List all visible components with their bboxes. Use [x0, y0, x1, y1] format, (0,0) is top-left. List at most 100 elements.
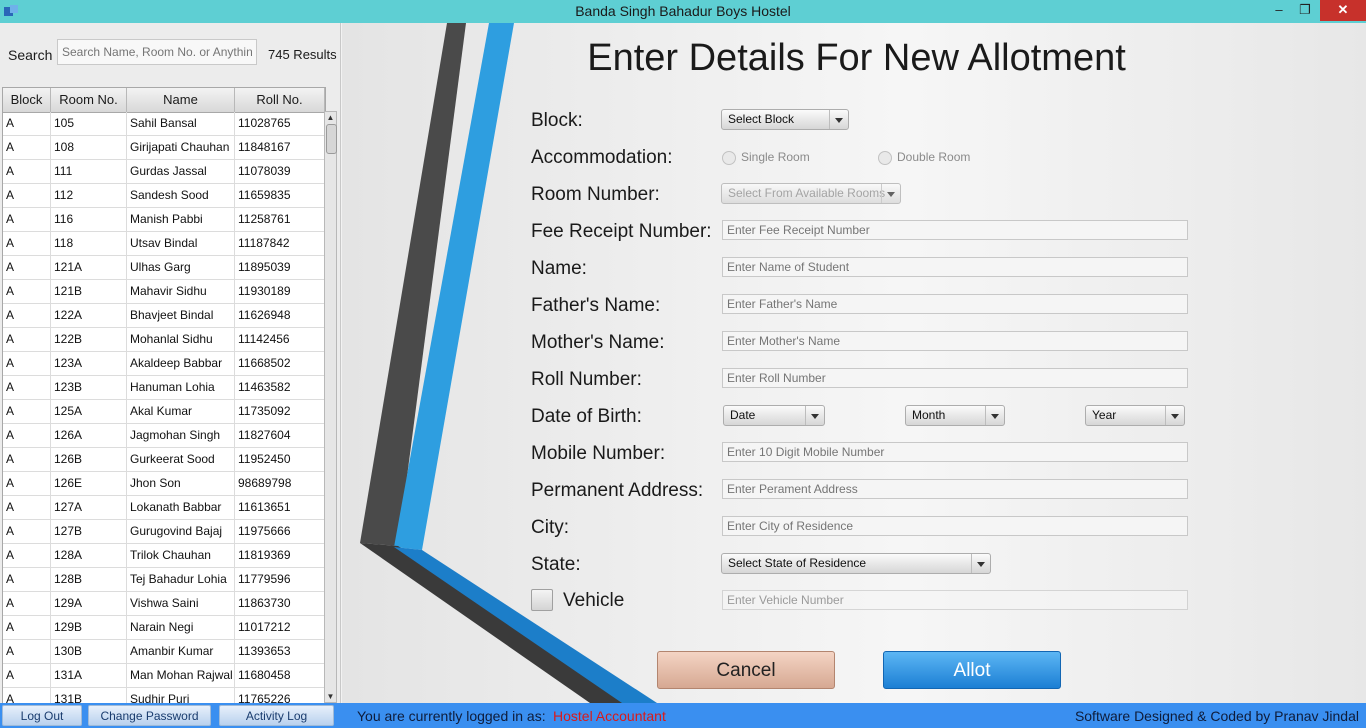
table-row[interactable]: A 129B Narain Negi 11017212 — [3, 616, 325, 640]
table-cell: 121A — [51, 256, 127, 279]
table-cell: A — [3, 160, 51, 183]
table-cell: 11680458 — [235, 664, 325, 687]
mobile-input[interactable] — [722, 442, 1188, 462]
vehicle-number-input[interactable] — [722, 590, 1188, 610]
allot-button[interactable]: Allot — [883, 651, 1061, 689]
table-row[interactable]: A 108 Girijapati Chauhan 11848167 — [3, 136, 325, 160]
chevron-down-icon — [805, 406, 824, 425]
title-bar: Banda Singh Bahadur Boys Hostel – ❐ ✕ — [0, 0, 1366, 23]
address-input[interactable] — [722, 479, 1188, 499]
table-row[interactable]: A 116 Manish Pabbi 11258761 — [3, 208, 325, 232]
dob-year-value: Year — [1092, 408, 1117, 422]
single-room-label: Single Room — [741, 150, 810, 164]
roll-number-label: Roll Number: — [531, 369, 642, 390]
table-cell: 126A — [51, 424, 127, 447]
dob-month-select[interactable]: Month — [905, 405, 1005, 426]
table-row[interactable]: A 121B Mahavir Sidhu 11930189 — [3, 280, 325, 304]
table-row[interactable]: A 118 Utsav Bindal 11187842 — [3, 232, 325, 256]
table-row[interactable]: A 128B Tej Bahadur Lohia 11779596 — [3, 568, 325, 592]
table-row[interactable]: A 128A Trilok Chauhan 11819369 — [3, 544, 325, 568]
column-header-room[interactable]: Room No. — [51, 88, 127, 112]
table-row[interactable]: A 123B Hanuman Lohia 11463582 — [3, 376, 325, 400]
scroll-down-arrow-icon[interactable]: ▼ — [325, 691, 336, 702]
minimize-button[interactable]: – — [1266, 0, 1292, 21]
state-select-value: Select State of Residence — [728, 556, 867, 570]
column-header-block[interactable]: Block — [3, 88, 51, 112]
vehicle-checkbox[interactable] — [531, 589, 553, 611]
scroll-up-arrow-icon[interactable]: ▲ — [325, 112, 336, 123]
student-list-pane: Search 745 Results Block Room No. Name R… — [0, 23, 341, 705]
table-cell: A — [3, 256, 51, 279]
city-input[interactable] — [722, 516, 1188, 536]
table-cell: 11735092 — [235, 400, 325, 423]
activity-log-button[interactable]: Activity Log — [219, 705, 334, 726]
logged-in-label: You are currently logged in as: — [357, 708, 546, 724]
table-row[interactable]: A 130B Amanbir Kumar 11393653 — [3, 640, 325, 664]
table-row[interactable]: A 129A Vishwa Saini 11863730 — [3, 592, 325, 616]
dob-year-select[interactable]: Year — [1085, 405, 1185, 426]
roll-number-input[interactable] — [722, 368, 1188, 388]
table-cell: 122A — [51, 304, 127, 327]
table-cell: 11078039 — [235, 160, 325, 183]
table-cell: 128A — [51, 544, 127, 567]
close-button[interactable]: ✕ — [1320, 0, 1366, 21]
search-input[interactable] — [57, 39, 257, 65]
table-cell: Akal Kumar — [127, 400, 235, 423]
single-room-radio[interactable]: Single Room — [722, 150, 810, 165]
table-row[interactable]: A 126B Gurkeerat Sood 11952450 — [3, 448, 325, 472]
table-row[interactable]: A 123A Akaldeep Babbar 11668502 — [3, 352, 325, 376]
column-header-roll[interactable]: Roll No. — [235, 88, 325, 112]
table-cell: Hanuman Lohia — [127, 376, 235, 399]
table-row[interactable]: A 126A Jagmohan Singh 11827604 — [3, 424, 325, 448]
block-select[interactable]: Select Block — [721, 109, 849, 130]
table-row[interactable]: A 127B Gurugovind Bajaj 11975666 — [3, 520, 325, 544]
table-row[interactable]: A 125A Akal Kumar 11735092 — [3, 400, 325, 424]
table-row[interactable]: A 111 Gurdas Jassal 11078039 — [3, 160, 325, 184]
table-cell: 111 — [51, 160, 127, 183]
table-row[interactable]: A 127A Lokanath Babbar 11613651 — [3, 496, 325, 520]
table-cell: 127B — [51, 520, 127, 543]
restore-button[interactable]: ❐ — [1292, 0, 1318, 21]
father-name-input[interactable] — [722, 294, 1188, 314]
dob-date-select[interactable]: Date — [723, 405, 825, 426]
chevron-down-icon — [985, 406, 1004, 425]
table-cell: 105 — [51, 112, 127, 135]
chevron-down-icon — [829, 110, 848, 129]
table-cell: 11142456 — [235, 328, 325, 351]
table-row[interactable]: A 131A Man Mohan Rajwal 11680458 — [3, 664, 325, 688]
logout-button[interactable]: Log Out — [2, 705, 82, 726]
double-room-radio[interactable]: Double Room — [878, 150, 970, 165]
mother-name-input[interactable] — [722, 331, 1188, 351]
chevron-down-icon — [881, 184, 900, 203]
table-cell: 123A — [51, 352, 127, 375]
table-cell: 11258761 — [235, 208, 325, 231]
radio-dot-icon — [878, 150, 892, 165]
room-number-select[interactable]: Select From Available Rooms — [721, 183, 901, 204]
table-cell: 130B — [51, 640, 127, 663]
father-name-label: Father's Name: — [531, 295, 661, 316]
table-cell: 98689798 — [235, 472, 325, 495]
table-scrollbar[interactable]: ▲ ▼ — [324, 111, 337, 703]
column-header-name[interactable]: Name — [127, 88, 235, 112]
table-cell: Mahavir Sidhu — [127, 280, 235, 303]
table-row[interactable]: A 105 Sahil Bansal 11028765 — [3, 112, 325, 136]
student-name-input[interactable] — [722, 257, 1188, 277]
table-row[interactable]: A 121A Ulhas Garg 11895039 — [3, 256, 325, 280]
chevron-down-icon — [971, 554, 990, 573]
status-bar: Log Out Change Password Activity Log You… — [0, 703, 1366, 728]
scroll-thumb[interactable] — [326, 124, 337, 154]
table-cell: 11895039 — [235, 256, 325, 279]
cancel-button[interactable]: Cancel — [657, 651, 835, 689]
table-row[interactable]: A 122A Bhavjeet Bindal 11626948 — [3, 304, 325, 328]
table-cell: 11626948 — [235, 304, 325, 327]
table-row[interactable]: A 126E Jhon Son 98689798 — [3, 472, 325, 496]
mother-name-label: Mother's Name: — [531, 332, 665, 353]
table-cell: 122B — [51, 328, 127, 351]
table-cell: 129A — [51, 592, 127, 615]
table-row[interactable]: A 122B Mohanlal Sidhu 11142456 — [3, 328, 325, 352]
table-row[interactable]: A 112 Sandesh Sood 11659835 — [3, 184, 325, 208]
dob-date-value: Date — [730, 408, 756, 422]
state-select[interactable]: Select State of Residence — [721, 553, 991, 574]
fee-receipt-input[interactable] — [722, 220, 1188, 240]
change-password-button[interactable]: Change Password — [88, 705, 211, 726]
